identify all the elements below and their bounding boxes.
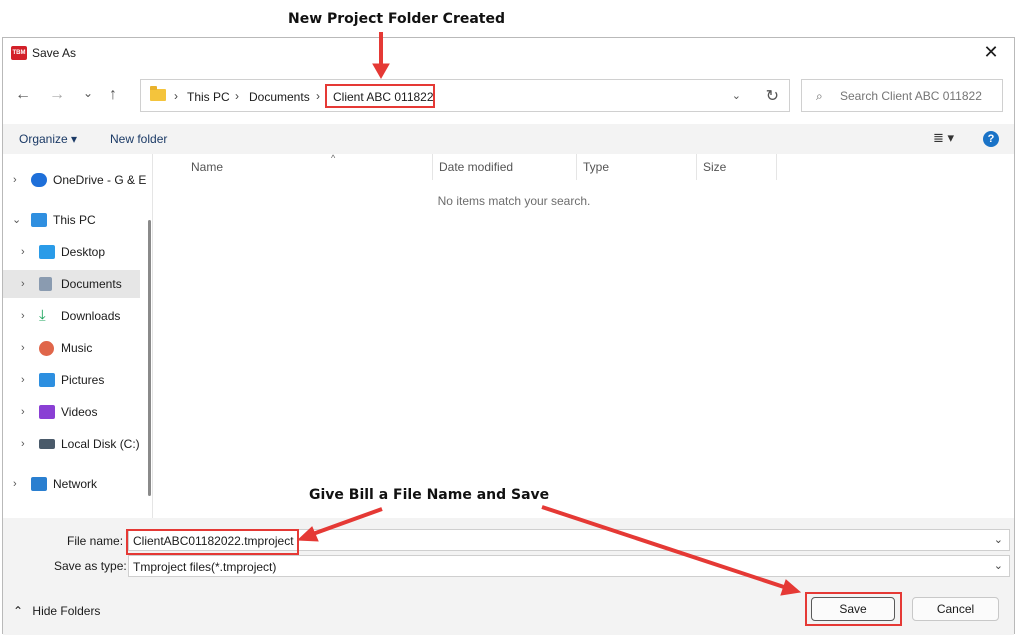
search-box[interactable]: ⌕ [801, 79, 1003, 112]
breadcrumb-separator: › [316, 89, 320, 103]
title-bar: TBM Save As ✕ [3, 38, 1014, 68]
sidebar-item-label: Pictures [61, 373, 105, 387]
sidebar-item-label: Music [61, 341, 93, 355]
breadcrumb-separator: › [174, 89, 178, 103]
search-input[interactable] [840, 89, 995, 103]
sidebar-item-music[interactable]: › Music [3, 334, 148, 362]
new-folder-button[interactable]: New folder [110, 132, 167, 146]
up-arrow-icon[interactable]: ↑ [109, 86, 117, 104]
chevron-up-icon: ⌃ [13, 604, 24, 618]
cancel-button[interactable]: Cancel [912, 597, 999, 621]
navigation-pane: › OneDrive - G & E ⌄ This PC › Desktop ›… [3, 154, 153, 518]
close-button[interactable]: ✕ [968, 38, 1014, 68]
sidebar-item-network[interactable]: › Network [3, 470, 148, 498]
nav-scrollbar[interactable] [148, 220, 151, 496]
breadcrumb-documents[interactable]: Documents [249, 90, 310, 104]
bottom-callout: Give Bill a File Name and Save [309, 487, 550, 503]
chevron-right-icon[interactable]: › [13, 166, 17, 194]
sidebar-item-label: Videos [61, 405, 98, 419]
cloud-icon [31, 173, 47, 187]
folder-highlight-box [325, 84, 435, 108]
sidebar-item-label: Desktop [61, 245, 106, 259]
disk-icon [39, 439, 55, 449]
help-icon[interactable]: ? [983, 131, 999, 147]
organize-button[interactable]: Organize ▾ [19, 132, 77, 146]
column-label: Size [703, 160, 727, 174]
column-size[interactable]: Size [697, 154, 777, 180]
documents-icon [39, 277, 52, 291]
column-label: Name [191, 160, 224, 174]
chevron-down-icon[interactable]: ⌄ [994, 533, 1003, 546]
chevron-down-icon[interactable]: ⌄ [12, 206, 21, 234]
file-list: Name ^ Date modified Type Size No items … [159, 153, 1014, 518]
column-type[interactable]: Type [577, 154, 697, 180]
chevron-right-icon[interactable]: › [21, 366, 25, 394]
videos-icon [39, 405, 55, 419]
address-bar[interactable]: › This PC › Documents › Client ABC 01182… [140, 79, 790, 112]
monitor-icon [31, 213, 47, 227]
music-icon [39, 341, 54, 356]
forward-arrow-icon[interactable]: → [49, 86, 65, 104]
sidebar-item-desktop[interactable]: › Desktop [3, 238, 148, 266]
column-name[interactable]: Name ^ [185, 153, 433, 180]
chevron-right-icon[interactable]: › [13, 470, 17, 498]
refresh-icon[interactable]: ↻ [766, 86, 779, 106]
sidebar-item-label: OneDrive - G & E [53, 173, 147, 187]
download-icon: ⤓ [39, 307, 46, 324]
pictures-icon [39, 373, 55, 387]
save-as-type-select[interactable]: Tmproject files(*.tmproject) ⌄ [128, 555, 1010, 577]
column-label: Type [583, 160, 610, 174]
save-as-type-label: Save as type: [54, 559, 127, 573]
column-date-modified[interactable]: Date modified [433, 154, 577, 180]
breadcrumb-separator: › [235, 89, 239, 103]
chevron-right-icon[interactable]: › [21, 334, 25, 362]
chevron-right-icon[interactable]: › [21, 302, 25, 330]
sidebar-item-pictures[interactable]: › Pictures [3, 366, 148, 394]
sidebar-item-local-disk[interactable]: › Local Disk (C:) [3, 430, 148, 458]
folder-icon [150, 86, 166, 101]
top-callout: New Project Folder Created [288, 11, 505, 27]
sidebar-item-label: Downloads [61, 309, 121, 323]
hide-folders-label: Hide Folders [32, 604, 101, 618]
save-panel: File name: ⌄ Save as type: Tmproject fil… [3, 518, 1014, 635]
network-icon [31, 477, 47, 491]
sidebar-item-onedrive[interactable]: › OneDrive - G & E [3, 166, 148, 194]
save-button[interactable]: Save [811, 597, 895, 621]
empty-message: No items match your search. [437, 194, 591, 208]
sidebar-item-label: Network [53, 477, 98, 491]
chevron-right-icon[interactable]: › [21, 430, 25, 458]
desktop-icon [39, 245, 55, 259]
sidebar-item-downloads[interactable]: › ⤓ Downloads [3, 302, 148, 330]
save-as-type-value: Tmproject files(*.tmproject) [133, 560, 277, 574]
view-options-icon[interactable]: ≣ ▾ [933, 130, 954, 146]
file-name-label: File name: [67, 534, 124, 548]
dialog-title: Save As [32, 46, 77, 60]
chevron-right-icon[interactable]: › [21, 238, 25, 266]
breadcrumb-this-pc[interactable]: This PC [187, 90, 230, 104]
chevron-down-icon[interactable]: ⌄ [732, 89, 741, 102]
recent-locations-icon[interactable]: ⌄ [83, 84, 93, 102]
command-bar: Organize ▾ New folder ≣ ▾ ? [3, 124, 1014, 154]
search-icon: ⌕ [816, 89, 823, 103]
chevron-right-icon[interactable]: › [21, 270, 25, 298]
sidebar-item-videos[interactable]: › Videos [3, 398, 148, 426]
chevron-down-icon[interactable]: ⌄ [994, 559, 1003, 572]
hide-folders-button[interactable]: ⌃ Hide Folders [13, 604, 100, 618]
save-as-dialog: TBM Save As ✕ ← → ⌄ ↑ › This PC › Docume… [2, 37, 1015, 635]
sidebar-item-label: Documents [61, 277, 122, 291]
sidebar-item-documents[interactable]: › Documents [3, 270, 140, 298]
sidebar-item-this-pc[interactable]: ⌄ This PC [3, 206, 148, 234]
sort-ascending-icon: ^ [331, 153, 336, 163]
address-row: ← → ⌄ ↑ › This PC › Documents › Client A… [3, 78, 1014, 114]
sidebar-item-label: This PC [53, 213, 96, 227]
chevron-right-icon[interactable]: › [21, 398, 25, 426]
back-arrow-icon[interactable]: ← [15, 86, 31, 104]
app-logo-icon: TBM [11, 46, 27, 60]
column-label: Date modified [439, 160, 514, 174]
file-name-highlight-box [126, 529, 299, 555]
sidebar-item-label: Local Disk (C:) [61, 437, 140, 451]
